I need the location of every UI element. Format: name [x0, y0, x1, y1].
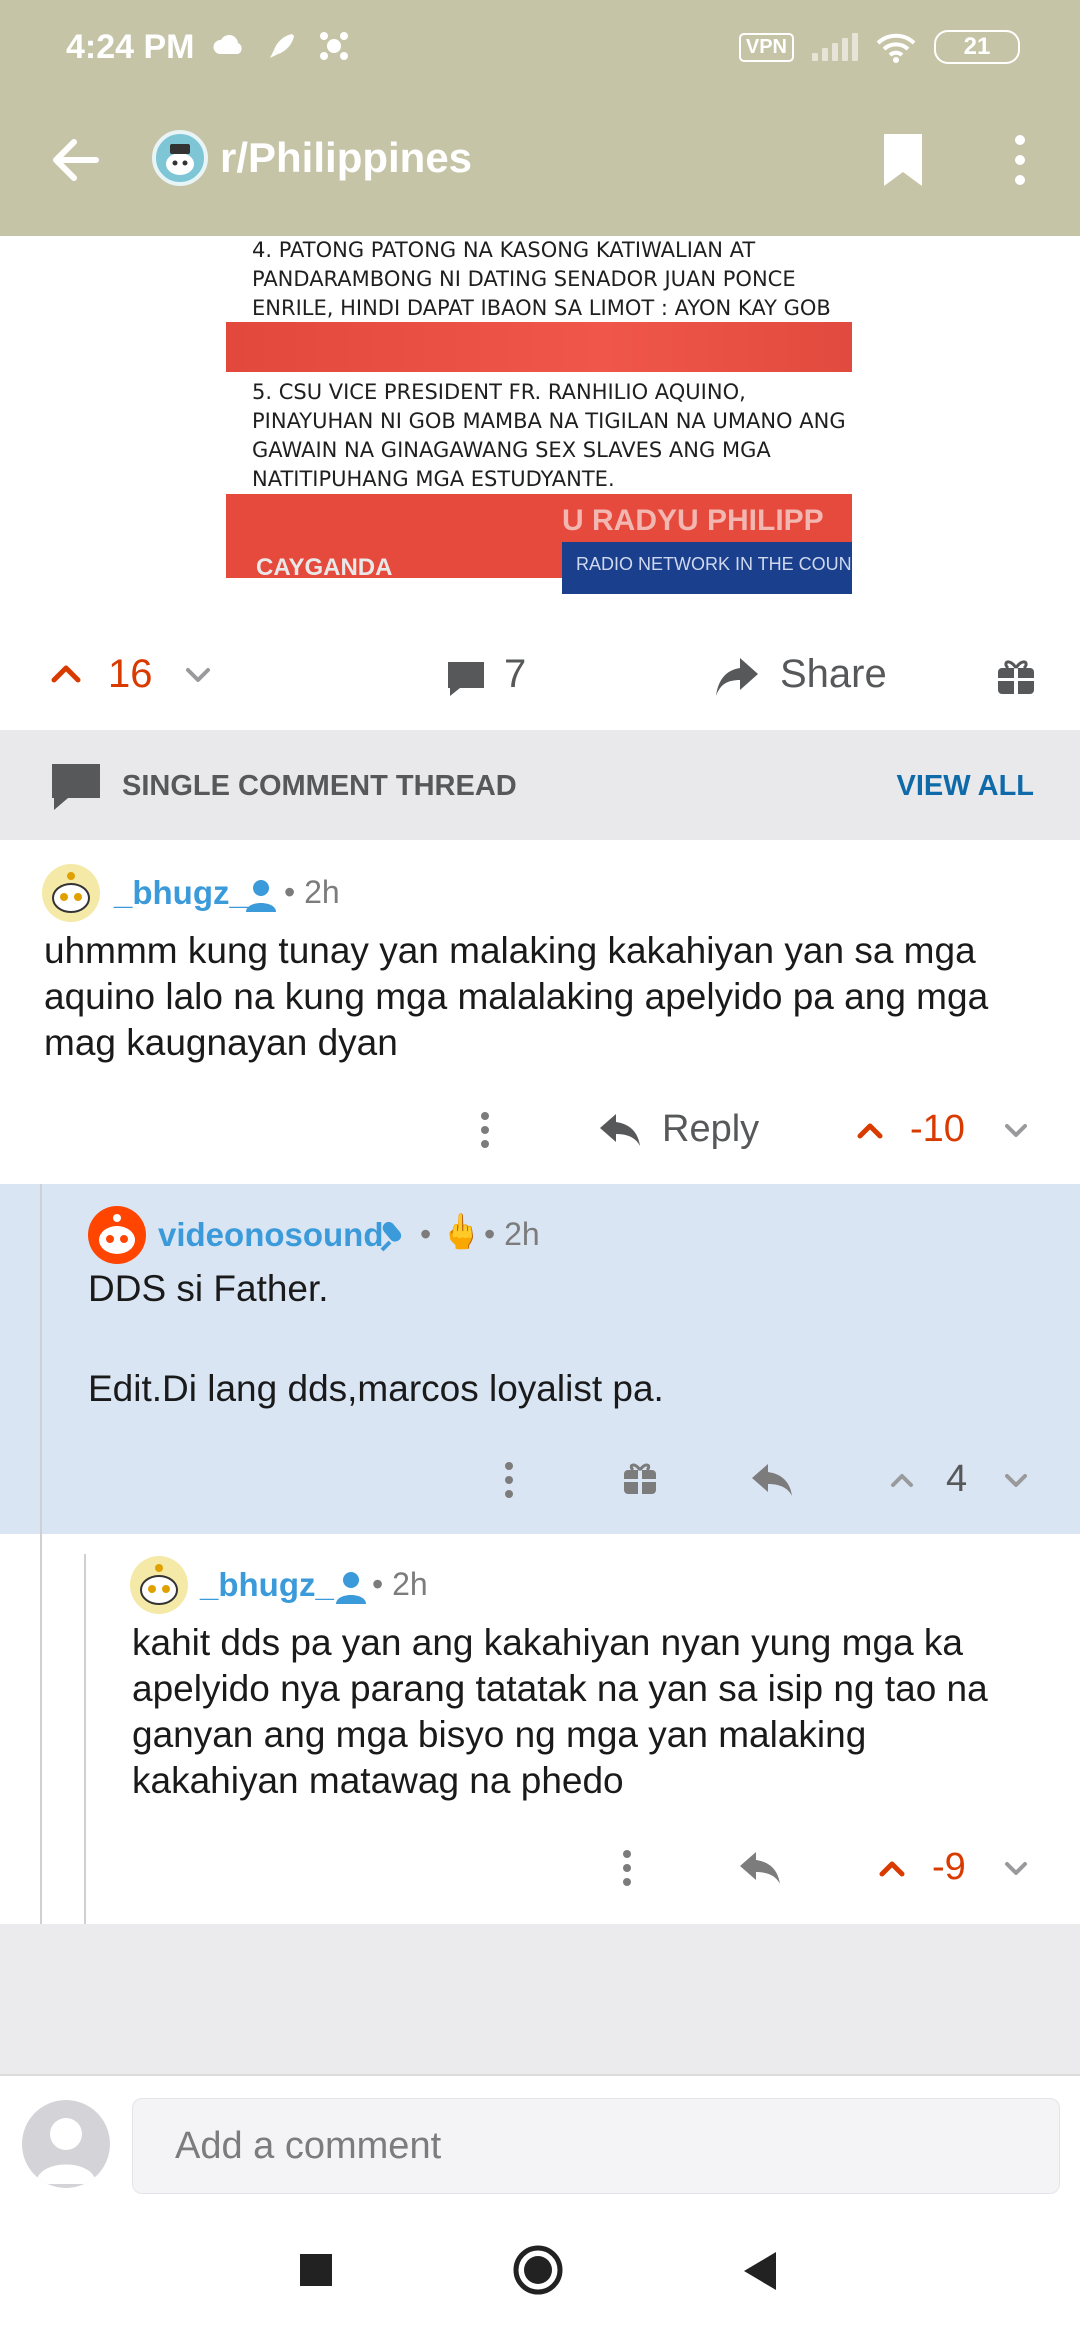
award-gift-icon[interactable]: [994, 654, 1038, 698]
system-navigation-bar: [0, 2210, 1080, 2340]
post-score: 16: [108, 652, 153, 696]
reply-button[interactable]: Reply: [662, 1108, 759, 1151]
person-silhouette-icon: [36, 2118, 96, 2184]
avatar[interactable]: [130, 1556, 188, 1614]
single-comment-thread-header: SINGLE COMMENT THREAD VIEW ALL: [0, 730, 1080, 840]
snoo-avatar-icon: [52, 872, 90, 913]
award-gift-icon[interactable]: [620, 1458, 660, 1498]
comment-score: -10: [910, 1108, 965, 1150]
post-image[interactable]: 4. PATONG PATONG NA KASONG KATIWALIAN AT…: [226, 236, 852, 598]
more-options-icon[interactable]: [494, 1460, 524, 1500]
share-button[interactable]: Share: [780, 652, 887, 697]
recent-apps-button[interactable]: [300, 2254, 332, 2286]
comment-body: kahit dds pa yan ang kakahiyan nyan yung…: [132, 1622, 988, 1801]
battery-indicator: 21: [934, 30, 1020, 64]
system-indicators: VPN 21: [738, 30, 1020, 64]
snoo-avatar-icon: [99, 1214, 135, 1254]
comment-body-line: Edit.Di lang dds,marcos loyalist pa.: [88, 1368, 664, 1409]
bookmark-icon[interactable]: [878, 130, 928, 190]
app-notification-icon: [320, 32, 348, 60]
upvote-icon[interactable]: [884, 1462, 920, 1498]
top-bar: 4:24 PM VPN 21 r/Philippines: [0, 0, 1080, 236]
home-button-icon[interactable]: [512, 2244, 564, 2296]
comment: _bhugz_ • 2h kahit dds pa yan ang kakahi…: [0, 1534, 1080, 1924]
comment-thread-icon: [52, 764, 100, 810]
post-image-radio-top: U RADYU PHILIPP: [562, 504, 824, 537]
thread-indent-line: [40, 1184, 42, 1534]
comment-body: uhmmm kung tunay yan malaking kakahiyan …: [44, 930, 989, 1063]
snoo-avatar-icon: [140, 1564, 178, 1605]
comment-score: -9: [932, 1846, 966, 1888]
reply-icon[interactable]: [598, 1110, 642, 1150]
comment-score: 4: [946, 1458, 968, 1500]
comment-count[interactable]: 7: [504, 652, 526, 697]
comment-composer: [0, 2074, 1080, 2210]
more-options-icon[interactable]: [470, 1110, 500, 1150]
comment-username[interactable]: _bhugz_: [114, 874, 248, 912]
thread-end-spacer: [0, 1924, 1080, 2074]
back-triangle-icon[interactable]: [740, 2250, 780, 2292]
comment-username[interactable]: _bhugz_: [200, 1566, 334, 1604]
downvote-icon[interactable]: [998, 1462, 1034, 1498]
thread-label: SINGLE COMMENT THREAD: [122, 770, 517, 802]
add-comment-input[interactable]: [132, 2098, 1060, 2194]
comment-icon[interactable]: [444, 656, 488, 700]
reply-icon[interactable]: [750, 1460, 794, 1500]
post-image-brand: CAYGANDA: [256, 554, 393, 581]
downvote-icon[interactable]: [178, 654, 218, 694]
comment-highlighted: videonosound • 🖕 • 2h DDS si Father. Edi…: [0, 1184, 1080, 1534]
more-options-icon[interactable]: [1000, 128, 1040, 192]
back-arrow-icon[interactable]: [46, 130, 106, 190]
subreddit-avatar[interactable]: [152, 130, 208, 186]
flair-emoji: 🖕: [440, 1213, 483, 1251]
current-user-avatar[interactable]: [22, 2100, 110, 2188]
upvote-icon[interactable]: [852, 1112, 888, 1148]
person-icon: [246, 880, 276, 912]
downvote-icon[interactable]: [998, 1850, 1034, 1886]
snoo-icon: [166, 144, 194, 175]
app-bar: r/Philippines: [0, 110, 1080, 220]
share-icon[interactable]: [712, 652, 762, 702]
comment-meta-dot: •: [420, 1216, 432, 1252]
person-icon: [336, 1572, 366, 1604]
comment-username[interactable]: videonosound: [158, 1216, 384, 1254]
avatar[interactable]: [42, 864, 100, 922]
cloud-icon: [213, 35, 242, 54]
upvote-icon[interactable]: [46, 654, 86, 694]
comment-time: • 2h: [484, 1216, 540, 1252]
view-all-link[interactable]: VIEW ALL: [897, 770, 1034, 803]
status-bar: 4:24 PM VPN 21: [0, 0, 1080, 100]
avatar[interactable]: [88, 1206, 146, 1264]
rocket-icon: [270, 34, 294, 58]
signal-icon: [812, 33, 858, 61]
post-image-radio-banner: RADIO NETWORK IN THE COUN: [562, 542, 852, 594]
comment-body-line: DDS si Father.: [88, 1268, 329, 1309]
status-time: 4:24 PM: [66, 28, 195, 66]
subreddit-title[interactable]: r/Philippines: [220, 134, 472, 182]
downvote-icon[interactable]: [998, 1112, 1034, 1148]
thread-indent-line: [40, 1534, 42, 1924]
comment-time: • 2h: [284, 874, 340, 910]
post-image-red-band: [226, 322, 852, 372]
post-action-bar: 16 7 Share: [0, 628, 1080, 728]
upvote-icon[interactable]: [874, 1850, 910, 1886]
comment-time: • 2h: [372, 1566, 428, 1602]
microphone-icon: [380, 1221, 402, 1252]
vpn-badge: VPN: [738, 32, 794, 62]
notification-icons: [212, 30, 350, 62]
thread-indent-line: [84, 1554, 86, 1924]
reply-icon[interactable]: [738, 1848, 782, 1888]
comment: _bhugz_ • 2h uhmmm kung tunay yan malaki…: [0, 840, 1080, 1184]
post-image-text-item5: 5. CSU VICE PRESIDENT FR. RANHILIO AQUIN…: [252, 380, 846, 491]
more-options-icon[interactable]: [612, 1848, 642, 1888]
wifi-icon: [876, 33, 916, 63]
